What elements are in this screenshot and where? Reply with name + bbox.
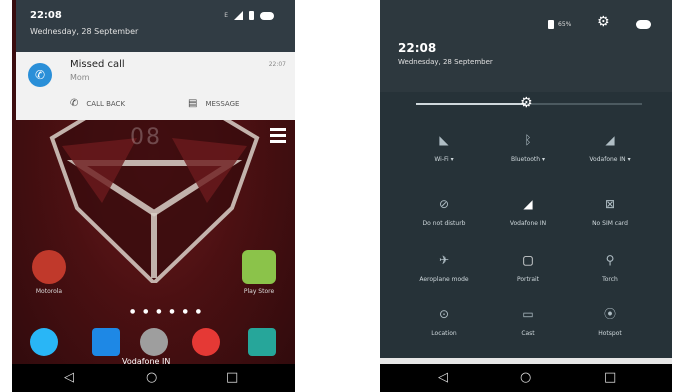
message-label: MESSAGE bbox=[205, 99, 240, 108]
motorola-icon bbox=[32, 250, 66, 284]
quick-settings-phone: 65% ⚙ 22:08 Wednesday, 28 September ⚙ ◣ … bbox=[380, 0, 672, 392]
tile-mobile-data[interactable]: ◢ Vodafone IN ▾ bbox=[570, 132, 650, 163]
cloud-icon bbox=[636, 20, 651, 29]
tile-hotspot[interactable]: ⦿ Hotspot bbox=[570, 306, 650, 337]
page-indicator: ● ● ● ● ● ● bbox=[130, 308, 204, 315]
portrait-icon: ▢ bbox=[522, 253, 534, 267]
tile-wifi[interactable]: ◣ Wi-Fi ▾ bbox=[404, 132, 484, 163]
lockscreen-phone: 22:08 Wednesday, 28 September E ✆ Missed… bbox=[12, 0, 295, 392]
brightness-slider-fill bbox=[416, 103, 526, 105]
tile-label: Aeroplane mode bbox=[419, 276, 469, 283]
app-drawer-icon[interactable] bbox=[140, 328, 168, 356]
missed-call-icon: ✆ bbox=[28, 63, 52, 87]
app-dock bbox=[12, 322, 295, 362]
status-icons: E bbox=[224, 11, 274, 20]
battery-icon bbox=[548, 20, 554, 29]
tile-do-not-disturb[interactable]: ⊘ Do not disturb bbox=[404, 196, 484, 227]
back-button[interactable]: ◁ bbox=[64, 370, 74, 385]
signal-icon bbox=[234, 11, 243, 20]
cast-icon: ▭ bbox=[522, 307, 534, 321]
tile-label: Portrait bbox=[516, 276, 540, 283]
tile-no-sim[interactable]: ⊠ No SIM card bbox=[570, 196, 650, 227]
message-button[interactable]: ▤ MESSAGE bbox=[188, 98, 239, 109]
no-sim-icon: ⊠ bbox=[604, 197, 616, 211]
tile-carrier[interactable]: ◢ Vodafone IN bbox=[488, 196, 568, 227]
tile-portrait[interactable]: ▢ Portrait bbox=[488, 252, 568, 283]
menu-icon[interactable] bbox=[270, 128, 286, 146]
signal-off-icon: ◢ bbox=[605, 133, 615, 147]
bluetooth-icon: ᛒ bbox=[524, 133, 532, 147]
notification-status-bar: 22:08 Wednesday, 28 September E bbox=[16, 0, 295, 52]
notification-time: 22:07 bbox=[268, 61, 286, 68]
cloud-icon bbox=[260, 11, 274, 20]
navigation-bar: ◁ ○ □ bbox=[12, 364, 295, 392]
tile-aeroplane-mode[interactable]: ✈ Aeroplane mode bbox=[404, 252, 484, 283]
call-back-label: CALL BACK bbox=[86, 99, 126, 108]
messages-icon[interactable] bbox=[92, 328, 120, 356]
brightness-icon[interactable]: ⚙ bbox=[520, 96, 533, 110]
tile-label: Vodafone IN bbox=[589, 156, 626, 163]
network-type-label: E bbox=[224, 12, 228, 19]
tile-label: Location bbox=[431, 330, 457, 337]
camera-icon[interactable] bbox=[248, 328, 276, 356]
dropdown-icon: ▾ bbox=[450, 156, 454, 163]
tile-label: No SIM card bbox=[592, 220, 628, 227]
tile-label: Torch bbox=[602, 276, 618, 283]
tile-bluetooth[interactable]: ᛒ Bluetooth ▾ bbox=[488, 132, 568, 163]
play-store-icon bbox=[242, 250, 276, 284]
tile-location[interactable]: ⊙ Location bbox=[404, 306, 484, 337]
settings-gear-icon[interactable]: ⚙ bbox=[597, 14, 610, 30]
tile-label: Vodafone IN bbox=[509, 220, 547, 227]
tile-label: Do not disturb bbox=[422, 220, 466, 227]
wifi-icon: ◣ bbox=[439, 133, 449, 147]
back-button[interactable]: ◁ bbox=[438, 370, 448, 385]
battery-indicator: 65% bbox=[548, 20, 571, 29]
quick-settings-header: 65% ⚙ 22:08 Wednesday, 28 September bbox=[380, 0, 672, 92]
header-time: 22:08 bbox=[398, 41, 437, 55]
lockscreen-clock: 08 bbox=[130, 125, 162, 150]
app-motorola[interactable]: Motorola bbox=[22, 250, 76, 295]
hotspot-icon: ⦿ bbox=[603, 307, 616, 321]
call-back-button[interactable]: ✆ CALL BACK bbox=[70, 98, 125, 109]
message-icon: ▤ bbox=[188, 98, 198, 109]
airplane-icon: ✈ bbox=[438, 253, 450, 267]
dropdown-icon: ▾ bbox=[627, 156, 631, 163]
notification-title: Missed call bbox=[70, 59, 125, 70]
app-label: Motorola bbox=[35, 288, 63, 295]
battery-icon bbox=[249, 11, 254, 20]
torch-icon: ⚲ bbox=[605, 253, 615, 267]
app-play-store[interactable]: Play Store bbox=[232, 250, 286, 295]
navigation-bar: ◁ ○ □ bbox=[380, 364, 672, 392]
tile-torch[interactable]: ⚲ Torch bbox=[570, 252, 650, 283]
recents-button[interactable]: □ bbox=[226, 370, 238, 385]
header-date: Wednesday, 28 September bbox=[398, 58, 493, 66]
location-icon: ⊙ bbox=[438, 307, 450, 321]
status-time: 22:08 bbox=[30, 10, 62, 21]
notification-subtitle: Mom bbox=[70, 73, 90, 82]
dropdown-icon: ▾ bbox=[542, 156, 546, 163]
chrome-icon[interactable] bbox=[192, 328, 220, 356]
tile-cast[interactable]: ▭ Cast bbox=[488, 306, 568, 337]
tile-label: Hotspot bbox=[598, 330, 622, 337]
app-label: Play Store bbox=[243, 288, 275, 295]
recents-button[interactable]: □ bbox=[604, 370, 616, 385]
tile-label: Bluetooth bbox=[510, 156, 541, 163]
tile-label: Wi-Fi bbox=[434, 156, 449, 163]
dnd-icon: ⊘ bbox=[438, 197, 450, 211]
battery-percent: 65% bbox=[558, 21, 572, 28]
phone-icon[interactable] bbox=[30, 328, 58, 356]
home-button[interactable]: ○ bbox=[146, 370, 157, 385]
tile-label: Cast bbox=[521, 330, 535, 337]
status-date: Wednesday, 28 September bbox=[30, 27, 139, 36]
home-button[interactable]: ○ bbox=[520, 370, 531, 385]
missed-call-notification[interactable]: ✆ Missed call Mom 22:07 ✆ CALL BACK ▤ ME… bbox=[16, 52, 295, 120]
signal-icon: ◢ bbox=[523, 197, 533, 211]
phone-icon: ✆ bbox=[70, 98, 79, 109]
